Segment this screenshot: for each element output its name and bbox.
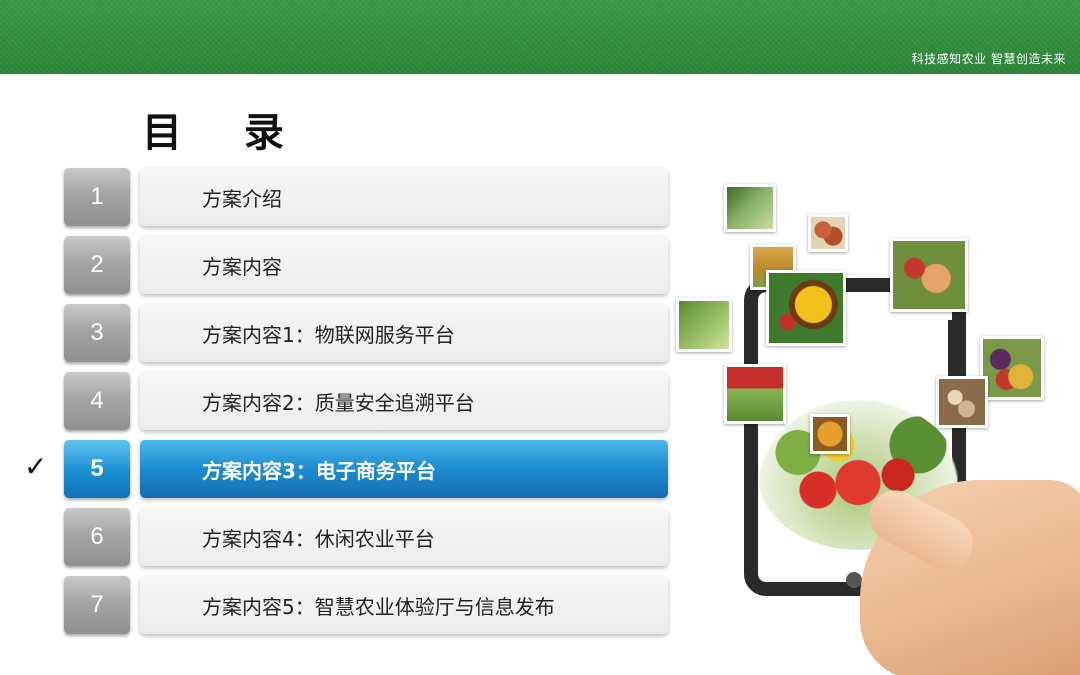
connector-line <box>948 320 954 380</box>
toc-item-label: 方案内容 <box>140 236 668 294</box>
header-tagline: 科技感知农业 智慧创造未来 <box>911 52 1066 66</box>
toc-item-number: 1 <box>64 168 130 226</box>
check-icon: ✓ <box>24 450 48 483</box>
toc-item-label: 方案内容2：质量安全追溯平台 <box>140 372 668 430</box>
toc-item-label: 方案介绍 <box>140 168 668 226</box>
photo-sunflower-icon <box>766 270 846 346</box>
toc-item-3[interactable]: 3 方案内容1：物联网服务平台 <box>0 304 680 364</box>
photo-strawberries-icon <box>724 364 786 424</box>
toc-item-7[interactable]: 7 方案内容5：智慧农业体验厅与信息发布 <box>0 576 680 636</box>
toc-item-number: 4 <box>64 372 130 430</box>
toc-item-number: 2 <box>64 236 130 294</box>
page-title: 目 录 <box>142 110 308 156</box>
tablet-home-button-icon <box>846 572 862 588</box>
toc-item-number: 5 <box>64 440 130 498</box>
toc-item-label: 方案内容1：物联网服务平台 <box>140 304 668 362</box>
photo-seedlings-icon <box>724 184 776 232</box>
photo-vegetables-icon <box>890 238 968 312</box>
toc-item-label: 方案内容4：休闲农业平台 <box>140 508 668 566</box>
photo-beans-icon <box>936 376 988 428</box>
toc-item-number: 6 <box>64 508 130 566</box>
toc-item-number: 3 <box>64 304 130 362</box>
toc-item-2[interactable]: 2 方案内容 <box>0 236 680 296</box>
photo-fruits-icon <box>980 336 1044 400</box>
tablet-with-farm-produce-icon <box>670 170 1080 675</box>
photo-grain-bowl-icon <box>810 414 850 454</box>
toc-item-label: 方案内容3：电子商务平台 <box>140 440 668 498</box>
header-bar: 科技感知农业 智慧创造未来 <box>0 0 1080 74</box>
toc-item-4[interactable]: 4 方案内容2：质量安全追溯平台 <box>0 372 680 432</box>
toc-item-number: 7 <box>64 576 130 634</box>
toc-item-6[interactable]: 6 方案内容4：休闲农业平台 <box>0 508 680 568</box>
photo-orchard-icon <box>676 298 732 352</box>
toc-item-label: 方案内容5：智慧农业体验厅与信息发布 <box>140 576 668 634</box>
toc-item-1[interactable]: 1 方案介绍 <box>0 168 680 228</box>
toc-item-5[interactable]: ✓ 5 方案内容3：电子商务平台 <box>0 440 680 500</box>
connector-line <box>848 283 890 289</box>
photo-nuts-icon <box>808 214 848 252</box>
